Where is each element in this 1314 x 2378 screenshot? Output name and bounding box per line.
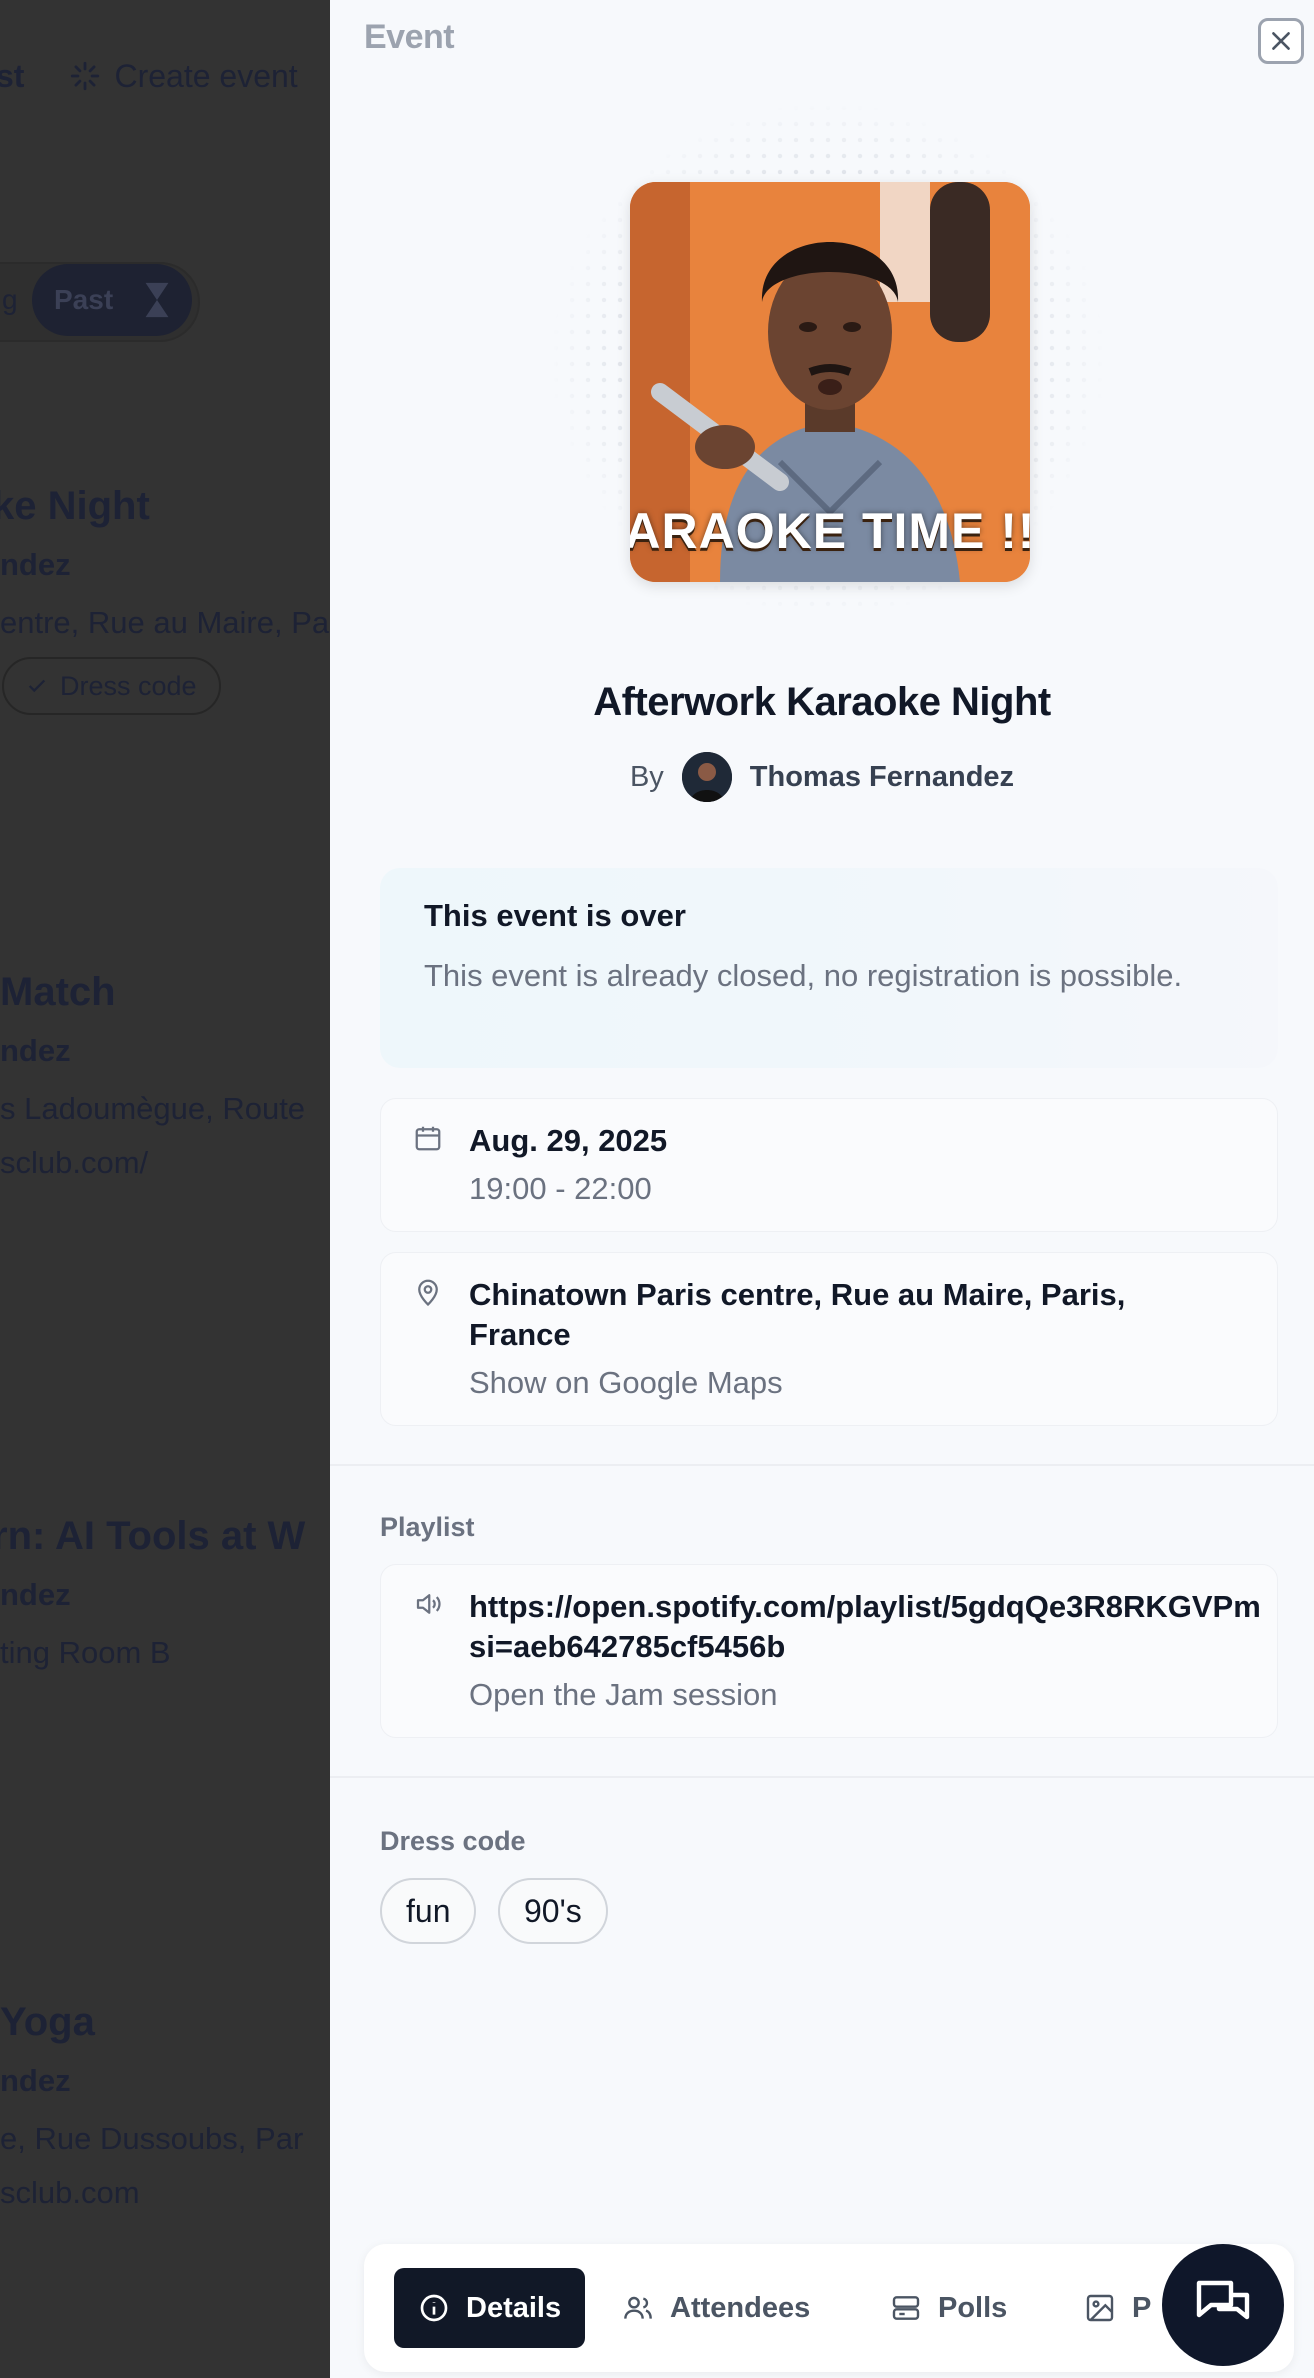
event-drawer: Event ARAOKE TIME !! Afterwork Karaoke N… bbox=[330, 0, 1314, 2378]
divider bbox=[330, 1776, 1314, 1778]
bottom-tab-bar: Details Attendees Polls P bbox=[364, 2244, 1294, 2372]
event-address: Chinatown Paris centre, Rue au Maire, Pa… bbox=[469, 1277, 1126, 1352]
bg-event-title: ke Night bbox=[0, 484, 150, 528]
avatar[interactable] bbox=[681, 752, 732, 802]
hourglass-icon bbox=[145, 282, 169, 318]
tab-photos[interactable]: P bbox=[1084, 2268, 1151, 2348]
event-title: Afterwork Karaoke Night bbox=[593, 680, 1051, 724]
dress-code-label: Dress code bbox=[380, 1826, 526, 1856]
check-icon bbox=[28, 679, 46, 693]
bg-event-host: ndez bbox=[0, 547, 71, 582]
avatar-image bbox=[681, 752, 732, 802]
bg-event-host: ndez bbox=[0, 1033, 71, 1068]
bg-create-event-label: Create event bbox=[114, 57, 298, 94]
background-top-nav: st Create event bbox=[0, 56, 298, 96]
cover-caption: ARAOKE TIME !! bbox=[630, 503, 1030, 559]
bg-create-event-button: Create event bbox=[68, 57, 298, 95]
open-jam-session-link[interactable]: Open the Jam session bbox=[469, 1675, 777, 1715]
calendar-icon bbox=[415, 1126, 441, 1151]
bg-event-location: ting Room B bbox=[0, 1635, 171, 1670]
bg-event-url: sclub.com/ bbox=[0, 1145, 149, 1180]
bg-event-tag: Dress code bbox=[2, 657, 221, 715]
map-pin-icon bbox=[418, 1279, 438, 1307]
close-icon bbox=[1272, 32, 1290, 50]
bg-past-label: Past bbox=[54, 284, 114, 315]
drawer-title: Event bbox=[364, 18, 455, 56]
divider bbox=[330, 1464, 1314, 1466]
tab-attendees[interactable]: Attendees bbox=[622, 2268, 810, 2348]
google-maps-link[interactable]: Show on Google Maps bbox=[469, 1363, 783, 1403]
location-card: Chinatown Paris centre, Rue au Maire, Pa… bbox=[380, 1252, 1278, 1426]
bg-event-title: Match bbox=[0, 970, 116, 1014]
close-button[interactable] bbox=[1258, 18, 1304, 64]
bg-event-tag-label: Dress code bbox=[60, 670, 197, 701]
bg-event-location: e, Rue Dussoubs, Par bbox=[0, 2121, 304, 2156]
tab-attendees-label: Attendees bbox=[670, 2291, 811, 2324]
bg-event-url: sclub.com bbox=[0, 2175, 140, 2210]
tab-details-label: Details bbox=[466, 2291, 562, 2324]
tab-details[interactable]: Details bbox=[394, 2268, 586, 2348]
bg-nav-partial: st bbox=[0, 57, 25, 94]
notice-title: This event is over bbox=[424, 898, 686, 933]
playlist-label: Playlist bbox=[380, 1512, 475, 1542]
speaker-icon bbox=[416, 1594, 441, 1614]
info-icon bbox=[420, 2294, 448, 2322]
event-time: 19:00 - 22:00 bbox=[469, 1171, 652, 1206]
bg-filter-partial: g bbox=[2, 284, 18, 315]
bg-event-host: ndez bbox=[0, 1577, 71, 1612]
tab-photos-label: P bbox=[1132, 2291, 1152, 2324]
bg-event-host: ndez bbox=[0, 2063, 71, 2098]
chat-button[interactable] bbox=[1162, 2244, 1284, 2366]
host-row: By Thomas Fernandez bbox=[330, 752, 1314, 802]
playlist-card: https://open.spotify.com/playlist/5gdqQe… bbox=[380, 1564, 1278, 1738]
bg-event-card: Yoga ndez e, Rue Dussoubs, Par sclub.com bbox=[0, 2000, 303, 2211]
event-cover-image: ARAOKE TIME !! bbox=[630, 182, 1030, 582]
bg-event-title: rn: AI Tools at W bbox=[0, 1514, 306, 1558]
bg-past-filter: Past bbox=[32, 264, 192, 336]
event-date: Aug. 29, 2025 bbox=[469, 1123, 668, 1158]
image-icon bbox=[1086, 2294, 1114, 2322]
event-over-notice: This event is over This event is already… bbox=[380, 868, 1278, 1068]
playlist-url[interactable]: https://open.spotify.com/playlist/5gdqQe… bbox=[469, 1587, 1269, 1667]
bg-event-location: entre, Rue au Maire, Pa bbox=[0, 605, 330, 640]
bg-event-location: s Ladoumègue, Route bbox=[0, 1091, 306, 1126]
background-page: st Create event g Past ke Night ndez ent… bbox=[0, 0, 330, 2378]
bg-event-card: Match ndez s Ladoumègue, Route sclub.com… bbox=[0, 970, 305, 1181]
dress-code-tag: 90's bbox=[498, 1878, 608, 1944]
bg-event-title: Yoga bbox=[0, 2000, 95, 2044]
users-icon bbox=[624, 2296, 652, 2319]
dress-code-tag: fun bbox=[380, 1878, 477, 1944]
sparkle-icon bbox=[71, 61, 100, 91]
chat-icon bbox=[1196, 2280, 1250, 2320]
polls-icon bbox=[892, 2296, 920, 2320]
tab-polls[interactable]: Polls bbox=[890, 2268, 1007, 2348]
bg-event-card: ke Night ndez entre, Rue au Maire, Pa Dr… bbox=[0, 484, 329, 715]
date-card: Aug. 29, 2025 19:00 - 22:00 bbox=[380, 1098, 1278, 1232]
by-label: By bbox=[629, 760, 664, 793]
notice-text: This event is already closed, no registr… bbox=[424, 958, 1183, 993]
bg-event-card: rn: AI Tools at W ndez ting Room B bbox=[0, 1514, 305, 1671]
host-name[interactable]: Thomas Fernandez bbox=[750, 761, 1014, 794]
tab-polls-label: Polls bbox=[938, 2291, 1008, 2324]
